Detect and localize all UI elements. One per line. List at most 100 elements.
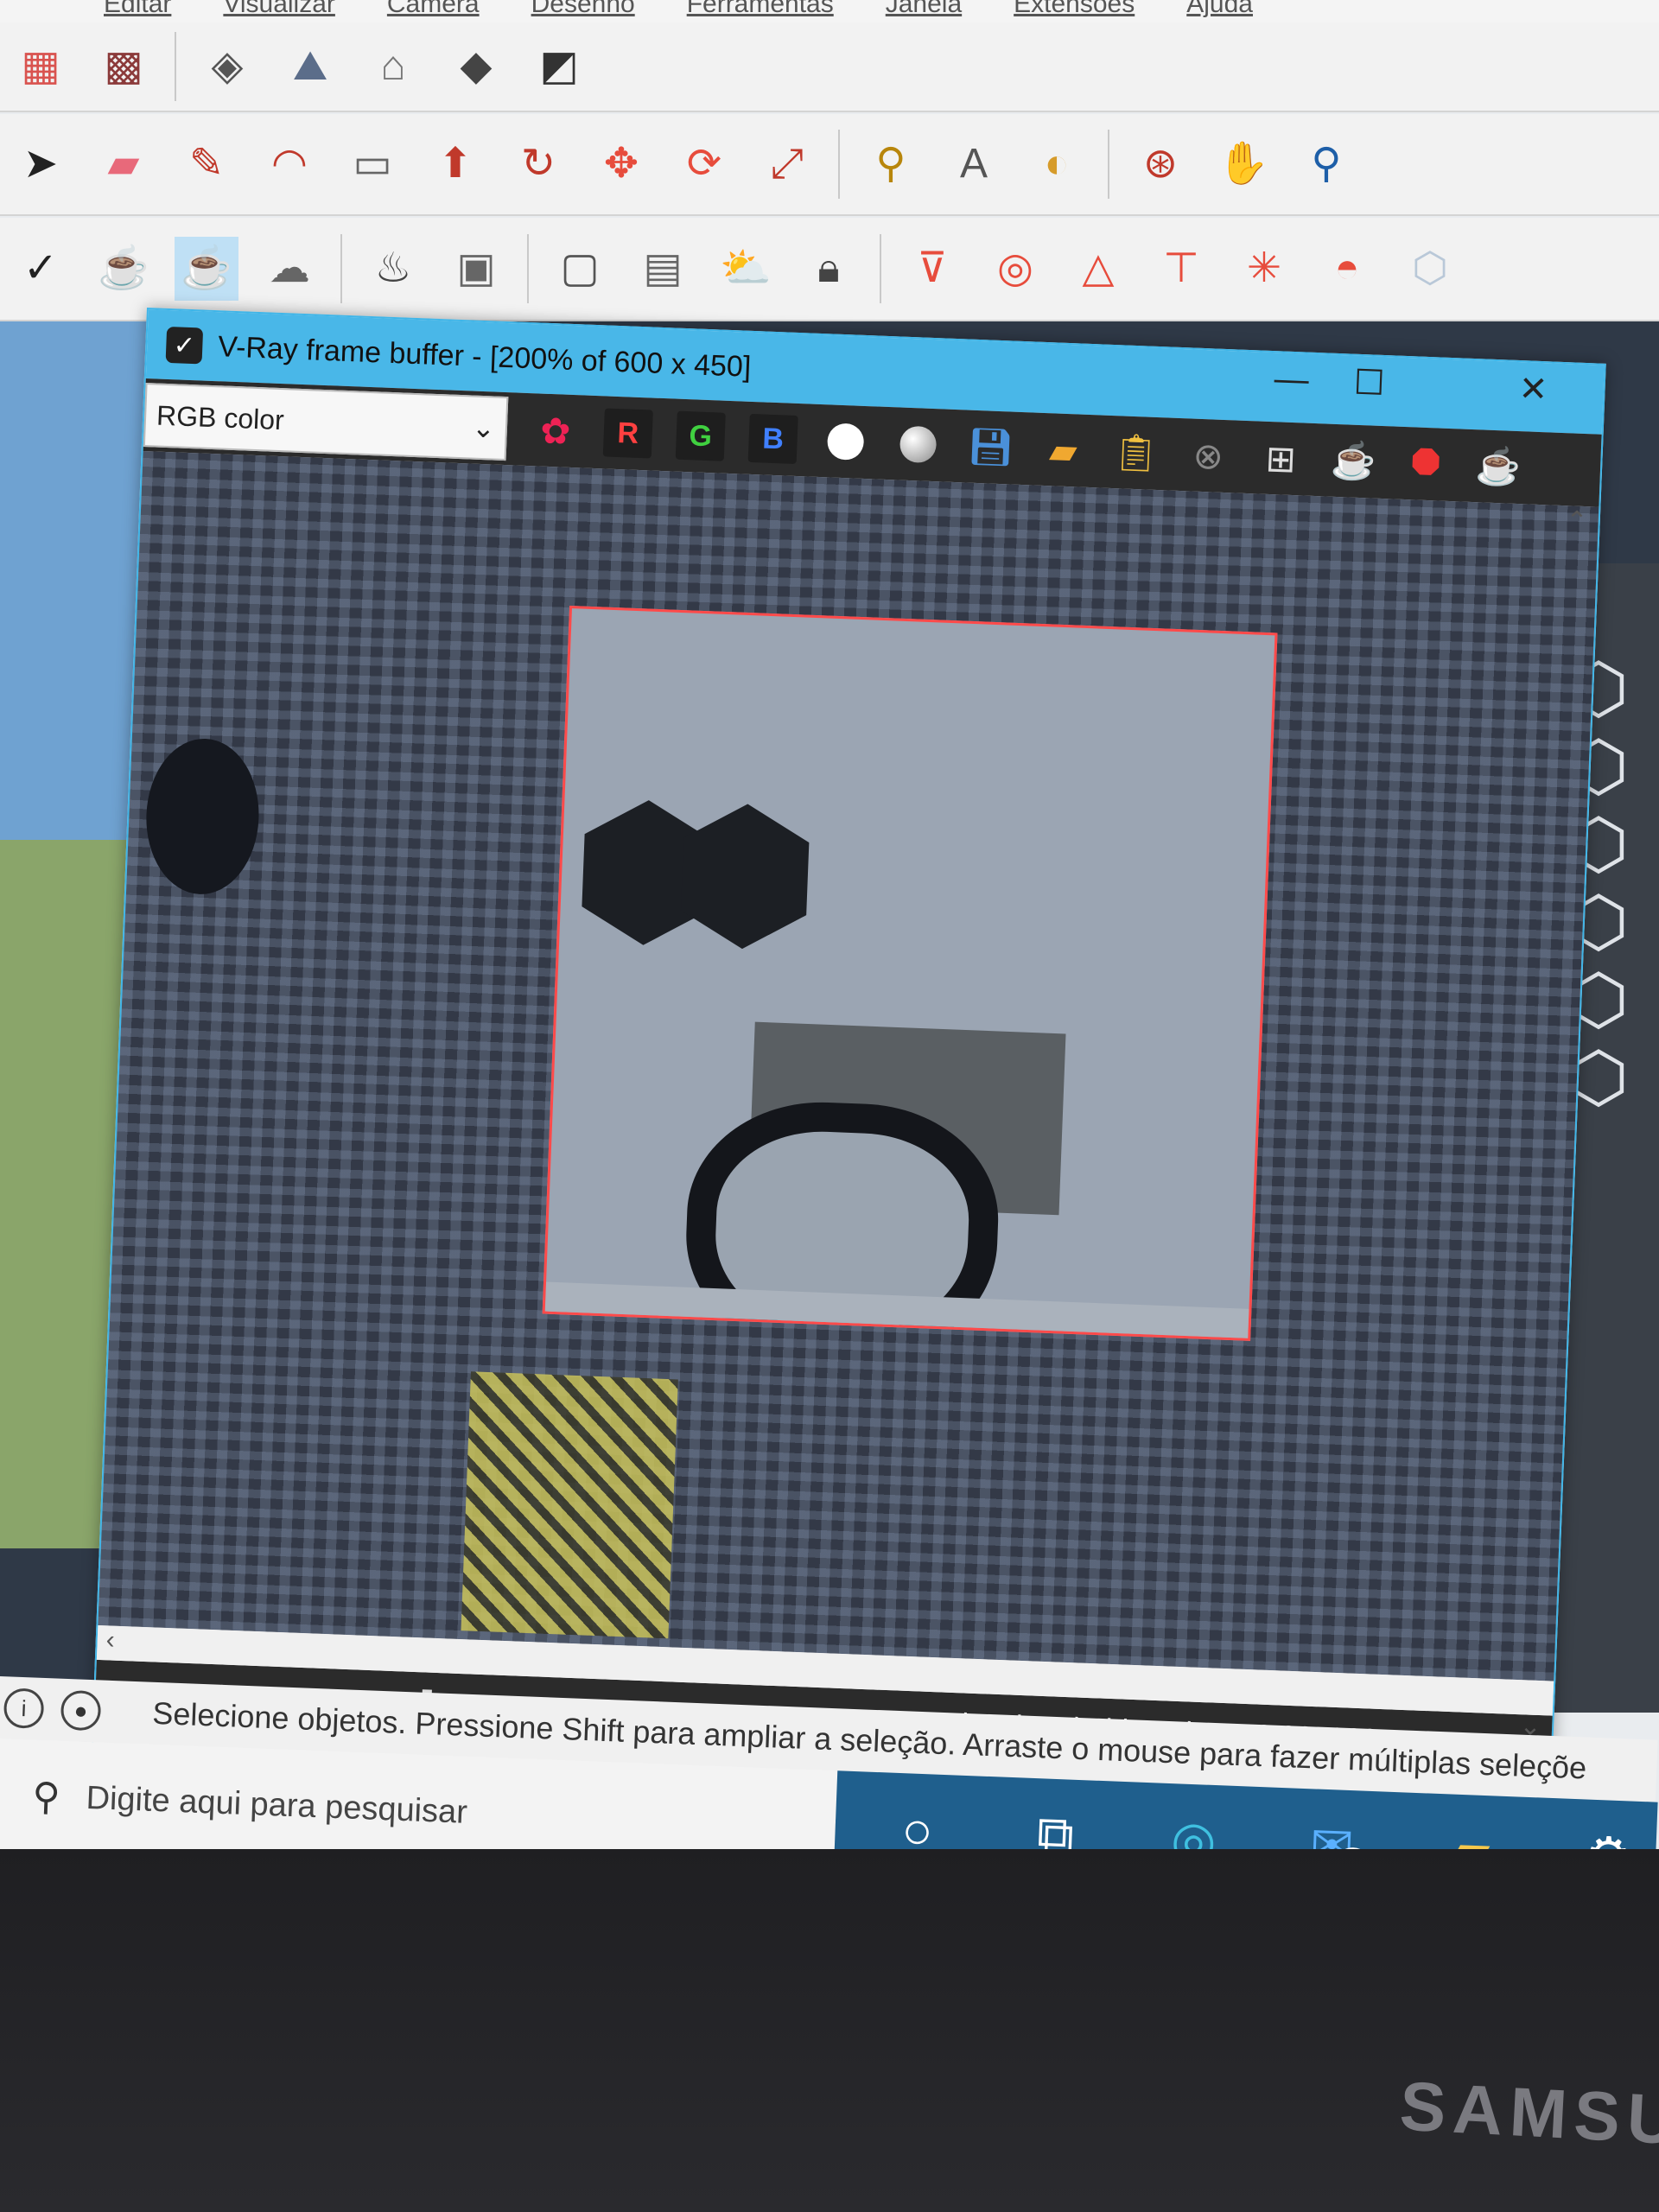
terrain-icon[interactable]: ◈ (195, 35, 259, 99)
paint-icon[interactable]: ◐ (1025, 132, 1089, 196)
sandbox-toolbar: ▦ ▩ ◈ ⛰ ⌂ ◆ ◩ (0, 22, 1659, 112)
save-icon[interactable]: 💾︎ (965, 423, 1015, 473)
sandbox-icon[interactable]: ▦ (9, 35, 73, 99)
teapot-icon[interactable]: ☕ (92, 237, 156, 301)
pan-icon[interactable]: ✋ (1211, 132, 1275, 196)
scale-icon[interactable]: ⤢ (755, 132, 819, 196)
lock-icon[interactable]: 🔒︎ (797, 237, 861, 301)
search-placeholder: Digite aqui para pesquisar (85, 1779, 468, 1831)
smoove-icon[interactable]: ⛰ (278, 35, 342, 99)
toolbar-divider (838, 130, 840, 199)
channel-select[interactable]: RGB color ⌄ (143, 383, 509, 461)
rotate-icon[interactable]: ⟳ (672, 132, 736, 196)
frame-icon[interactable]: ▢ (548, 237, 612, 301)
interactive-teapot-icon[interactable]: ☕ (175, 237, 238, 301)
plane-light-icon[interactable]: ⊽ (900, 237, 964, 301)
move-icon[interactable]: ✥ (589, 132, 653, 196)
pencil-icon[interactable]: ✎ (175, 132, 238, 196)
menu-editar[interactable]: Editar (104, 0, 171, 19)
camera-icon[interactable]: ▣ (444, 237, 508, 301)
rectangle-icon[interactable]: ▭ (340, 132, 404, 196)
channel-select-value: RGB color (156, 399, 285, 435)
menu-ajuda[interactable]: Ajuda (1186, 0, 1253, 19)
zoom-icon[interactable]: ⚲ (1294, 132, 1358, 196)
tools-toolbar: ➤ ▰ ✎ ◠ ▭ ⬆ ↻ ✥ ⟳ ⤢ ⚲ A ◐ ⊛ ✋ ⚲ (0, 114, 1659, 216)
red-channel-button[interactable]: R (602, 408, 653, 459)
toolbar-divider (340, 234, 342, 303)
menu-camera[interactable]: Câmera (387, 0, 480, 19)
toolbar-divider (175, 32, 176, 101)
region-render-icon[interactable]: ⊞ (1255, 433, 1306, 483)
toolbar-divider (880, 234, 881, 303)
mesh-light-icon[interactable]: ⬡ (1398, 237, 1462, 301)
menu-janela[interactable]: Janela (886, 0, 962, 19)
hexagon-shapes: ⬢⬢ (567, 771, 772, 972)
text-icon[interactable]: A (942, 132, 1006, 196)
vray-frame-buffer-window: ✓ V-Ray frame buffer - [200% of 600 x 45… (89, 308, 1606, 1849)
screen: Editar Visualizar Câmera Desenho Ferrame… (0, 0, 1659, 1849)
menu-visualizar[interactable]: Visualizar (223, 0, 335, 19)
grid-icon[interactable]: ▩ (92, 35, 156, 99)
maximize-button[interactable]: ☐ (1338, 362, 1401, 404)
light-icon[interactable]: ♨ (361, 237, 425, 301)
search-icon: ⚲ (31, 1775, 61, 1819)
sphere-light-icon[interactable]: ◎ (983, 237, 1047, 301)
scroll-left-arrow[interactable]: ‹ (105, 1625, 115, 1655)
white-circle-icon[interactable] (821, 416, 871, 467)
spot-light-icon[interactable]: △ (1066, 237, 1130, 301)
render-icon[interactable]: ☕ (1473, 442, 1523, 492)
drape-icon[interactable]: ◆ (444, 35, 508, 99)
vray-logo-icon: ✓ (165, 326, 204, 365)
clear-icon[interactable]: ⊗ (1183, 430, 1233, 480)
clipboard-icon[interactable]: 📋︎ (1110, 428, 1160, 478)
task-view-icon[interactable]: ⧉ (1015, 1795, 1096, 1849)
render-viewport[interactable]: ⬢⬢ (98, 450, 1599, 1681)
cloud-icon[interactable]: ☁ (257, 237, 321, 301)
green-channel-button[interactable]: G (675, 410, 726, 461)
rgb-channels-icon[interactable]: ✿ (531, 405, 581, 455)
menu-desenho[interactable]: Desenho (531, 0, 635, 19)
push-pull-icon[interactable]: ⬆ (423, 132, 487, 196)
stamp-icon[interactable]: ⌂ (361, 35, 425, 99)
menu-ferramentas[interactable]: Ferramentas (687, 0, 834, 19)
toolbar-divider (527, 234, 529, 303)
vfb-title: V-Ray frame buffer - [200% of 600 x 450] (217, 329, 753, 384)
flip-edge-icon[interactable]: ◩ (527, 35, 591, 99)
folder-icon[interactable]: ▰ (1038, 425, 1088, 475)
tape-icon[interactable]: ⚲ (859, 132, 923, 196)
menu-extensoes[interactable]: Extensões (1014, 0, 1135, 19)
settings-gear-icon[interactable]: ⚙ (1567, 1816, 1648, 1849)
stop-icon[interactable]: ⯃ (1401, 439, 1451, 489)
cortana-icon[interactable]: ○ (877, 1789, 957, 1849)
orbit-icon[interactable]: ⊛ (1128, 132, 1192, 196)
omni-light-icon[interactable]: ✳ (1232, 237, 1296, 301)
sphere-icon[interactable] (893, 419, 944, 469)
select-icon[interactable]: ➤ (9, 132, 73, 196)
brand-logo: SAMSU (1397, 2067, 1659, 2159)
scroll-up-arrow[interactable]: ⌃ (1554, 505, 1599, 537)
geolocation-icon[interactable]: i (3, 1688, 45, 1729)
dome-light-icon[interactable]: ◓ (1315, 237, 1379, 301)
lights-icon[interactable]: ▤ (631, 237, 695, 301)
toolbar-divider (1108, 130, 1109, 199)
chevron-down-icon: ⌄ (471, 411, 496, 444)
mail-icon[interactable]: ✉ 1 (1292, 1806, 1373, 1849)
arc-icon[interactable]: ◠ (257, 132, 321, 196)
region-icon[interactable]: ⛅ (714, 237, 778, 301)
ies-light-icon[interactable]: ⊤ (1149, 237, 1213, 301)
laptop-bezel (0, 1849, 1659, 2212)
edge-icon[interactable]: ◎ (1154, 1800, 1234, 1849)
render-region[interactable]: ⬢⬢ (542, 606, 1278, 1341)
noise-shape (143, 736, 262, 897)
follow-me-icon[interactable]: ↻ (506, 132, 570, 196)
yellow-noise-area (461, 1371, 678, 1639)
file-explorer-icon[interactable]: ▰ (1430, 1811, 1510, 1849)
eraser-icon[interactable]: ▰ (92, 132, 156, 196)
interactive-render-icon[interactable]: ☕ (1328, 436, 1378, 486)
close-button[interactable]: ✕ (1503, 368, 1565, 410)
minimize-button[interactable]: — (1261, 359, 1323, 401)
vray-logo-icon[interactable]: ✓ (9, 237, 73, 301)
user-icon[interactable]: ● (60, 1689, 102, 1732)
vray-toolbar: ✓ ☕ ☕ ☁ ♨ ▣ ▢ ▤ ⛅ 🔒︎ ⊽ ◎ △ ⊤ ✳ ◓ ⬡ (0, 218, 1659, 321)
blue-channel-button[interactable]: B (747, 413, 798, 464)
